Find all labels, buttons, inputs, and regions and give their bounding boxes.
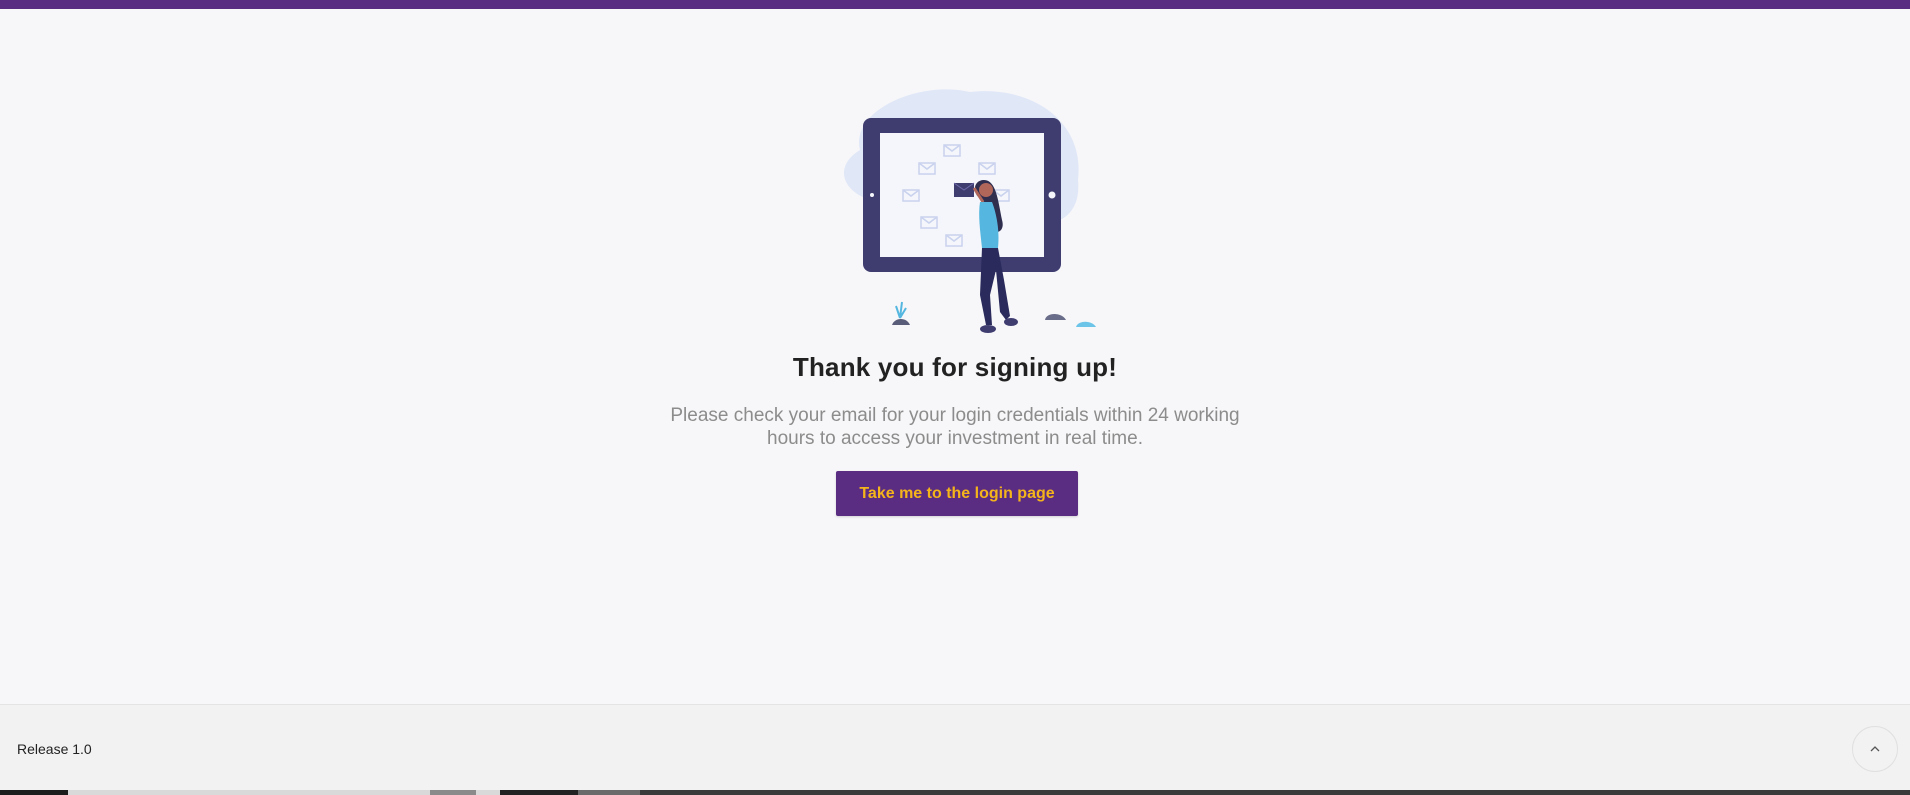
top-accent-bar: [0, 0, 1910, 9]
scroll-to-top-button[interactable]: [1852, 726, 1898, 772]
release-version: Release 1.0: [17, 741, 92, 757]
taskbar-segment: [500, 790, 578, 795]
footer: Release 1.0: [0, 704, 1910, 791]
taskbar-strip: [0, 790, 1910, 795]
taskbar-segment: [0, 790, 68, 795]
message-line-2: hours to access your investment in real …: [767, 428, 1143, 449]
login-page-button[interactable]: Take me to the login page: [836, 471, 1078, 516]
taskbar-segment: [578, 790, 640, 795]
message-line-1: Please check your email for your login c…: [670, 405, 1240, 426]
page-title: Thank you for signing up!: [792, 352, 1118, 382]
woman-tablet-email-icon: [843, 89, 1096, 333]
taskbar-segment: [430, 790, 476, 795]
confirmation-message: Please check your email for your login c…: [655, 404, 1255, 450]
chevron-up-icon: [1870, 746, 1880, 752]
